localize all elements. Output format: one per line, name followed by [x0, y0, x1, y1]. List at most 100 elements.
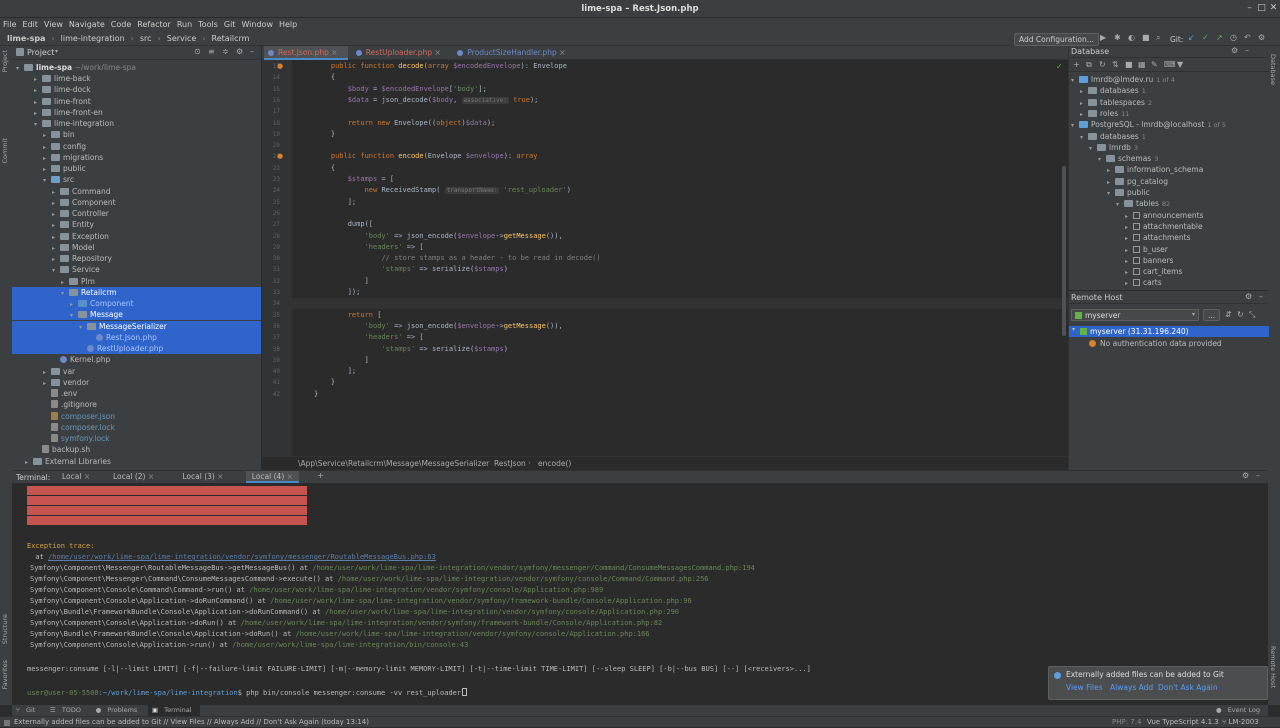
history-icon[interactable]: ◷ — [1230, 33, 1237, 42]
chevron-icon[interactable]: ▾ — [1116, 199, 1124, 210]
hide-icon[interactable]: – — [1259, 292, 1263, 301]
filter-icon[interactable]: ▼ — [1177, 60, 1183, 69]
git-commit-icon[interactable]: ✓ — [1202, 33, 1209, 42]
db-tree-item[interactable]: ▾ public — [1107, 187, 1150, 198]
inspection-ok-icon[interactable]: ✓ — [1056, 62, 1063, 71]
breadcrumb-item[interactable]: src — [137, 32, 155, 46]
tree-item[interactable]: ▾ Message — [12, 309, 261, 321]
tree-item[interactable]: ▸ Exception — [12, 231, 261, 242]
add-icon[interactable]: + — [1073, 60, 1080, 69]
trace-path[interactable]: /home/user/work/lime-spa/lime-integratio… — [325, 608, 679, 616]
menu-window[interactable]: Window — [238, 18, 276, 32]
stop-icon[interactable]: ■ — [1142, 33, 1150, 42]
tree-item[interactable]: RestUploader.php — [12, 343, 261, 354]
hide-icon[interactable]: – — [1256, 471, 1260, 480]
gear-icon[interactable]: ⚙ — [1231, 46, 1238, 55]
git-update-icon[interactable]: ↙ — [1188, 33, 1195, 42]
copy-icon[interactable]: ⧉ — [1086, 60, 1092, 70]
db-tree-item[interactable]: ▸ b_user — [1125, 244, 1168, 255]
gear-icon[interactable]: ⚙ — [236, 47, 243, 56]
tree-item[interactable]: ▾ src — [12, 174, 261, 185]
database-tool-tab[interactable]: Database — [1269, 54, 1277, 85]
chevron-icon[interactable]: ▾ — [1071, 75, 1079, 86]
remote-host-tool-tab[interactable]: Remote Host — [1269, 646, 1277, 688]
trace-path[interactable]: /home/user/work/lime-spa/lime-integratio… — [232, 641, 468, 649]
tree-item[interactable]: ▸ var — [12, 366, 261, 377]
schema-icon[interactable]: ⇅ — [1112, 60, 1119, 69]
debug-icon[interactable]: ✱ — [1114, 33, 1121, 42]
db-tree-item[interactable]: ▸ attachmentable — [1125, 221, 1203, 232]
tree-item[interactable]: ▸ lime-back — [12, 73, 261, 84]
tree-item[interactable]: ▸ lime-dock — [12, 84, 261, 95]
tree-item[interactable]: backup.sh — [12, 444, 261, 455]
gear-icon[interactable]: ⚙ — [1242, 471, 1249, 480]
sync-icon[interactable]: ⇵ — [1225, 310, 1232, 319]
tree-item[interactable]: symfony.lock — [12, 433, 261, 444]
collapse-all-icon[interactable]: ≡ — [208, 47, 215, 56]
browse-button[interactable]: ... — [1203, 309, 1221, 321]
menu-code[interactable]: Code — [108, 18, 134, 32]
project-panel-title[interactable]: Project — [27, 48, 54, 57]
breadcrumb-item[interactable]: Retailcrm — [209, 32, 253, 46]
tree-item[interactable]: composer.json — [12, 411, 261, 422]
tree-item[interactable]: ▸ migrations — [12, 152, 261, 163]
tree-item[interactable]: ▸ Component — [12, 197, 261, 208]
code-view[interactable]: 13 public function decode(array $encoded… — [262, 60, 1068, 456]
trace-path[interactable]: /home/user/work/lime-spa/lime-integratio… — [270, 597, 691, 605]
hide-icon[interactable]: – — [250, 47, 254, 56]
db-tree-item[interactable]: ▸ pg_catalog — [1107, 176, 1168, 187]
problems-tab[interactable]: ● Problems — [92, 705, 146, 716]
tree-item[interactable]: ▸ Command — [12, 186, 261, 197]
db-tree-item[interactable]: ▸ cart_items — [1125, 266, 1182, 277]
db-tree-item[interactable]: ▾ lmrdb@lmdev.ru 1 of 4 — [1071, 74, 1175, 85]
exception-source-link[interactable]: /home/user/work/lime-spa/lime-integratio… — [48, 553, 436, 561]
trace-path[interactable]: /home/user/work/lime-spa/lime-integratio… — [249, 586, 603, 594]
refresh-icon[interactable]: ↻ — [1237, 310, 1244, 319]
minimize-icon[interactable]: – — [1244, 3, 1255, 14]
always-add-link[interactable]: Always Add — [1110, 683, 1153, 692]
hide-icon[interactable]: – — [1245, 46, 1249, 55]
tree-root[interactable]: ▾ lime-spa ~/work/lime-spa — [12, 62, 261, 73]
menu-navigate[interactable]: Navigate — [66, 18, 108, 32]
chevron-icon[interactable]: ▾ — [1107, 188, 1115, 199]
breadcrumb-item[interactable]: lime-spa — [4, 32, 48, 46]
tree-item[interactable]: .gitignore — [12, 399, 261, 410]
chevron-down-icon[interactable]: ▾ — [55, 48, 58, 55]
db-tree-item[interactable]: ▸ information_schema — [1107, 164, 1203, 175]
chevron-icon[interactable]: ▾ — [1071, 120, 1079, 131]
dont-ask-again-link[interactable]: Don't Ask Again — [1158, 683, 1218, 692]
tree-item[interactable]: ▸ vendor — [12, 377, 261, 388]
tree-item[interactable]: ▸ lime-front — [12, 96, 261, 107]
db-tree-item[interactable]: ▾ databases 1 — [1080, 131, 1146, 142]
menu-refactor[interactable]: Refactor — [134, 18, 174, 32]
favorites-tool-tab[interactable]: Favorites — [1, 660, 9, 689]
project-tool-tab[interactable]: Project — [1, 50, 9, 72]
terminal-tab[interactable]: Local (2) × — [107, 471, 160, 483]
server-select[interactable]: myserver ▾ — [1071, 309, 1199, 321]
menu-edit[interactable]: Edit — [19, 18, 41, 32]
tree-item[interactable]: ▸ Component — [12, 298, 261, 309]
edit-icon[interactable]: ✎ — [1151, 60, 1158, 69]
prompt-line[interactable]: user@user-05-5500:~/work/lime-spa/lime-i… — [27, 688, 468, 697]
view-files-link[interactable]: View Files — [1066, 683, 1103, 692]
menu-run[interactable]: Run — [174, 18, 195, 32]
event-log-tab[interactable]: ● Event Log — [1212, 705, 1268, 716]
menu-tools[interactable]: Tools — [195, 18, 221, 32]
rollback-icon[interactable]: ↶ — [1244, 33, 1251, 42]
close-icon[interactable]: × — [284, 472, 293, 481]
terminal-tab[interactable]: Local (4) × — [245, 471, 299, 483]
close-icon[interactable]: × — [215, 472, 223, 481]
editor-tab[interactable]: Rest.Json.php × — [264, 46, 348, 60]
db-tree-item[interactable]: ▸ tablespaces 2 — [1080, 97, 1152, 108]
server-row[interactable]: ▾ myserver (31.31.196.240) — [1069, 326, 1269, 337]
menu-git[interactable]: Git — [221, 18, 239, 32]
trace-path[interactable]: /home/user/work/lime-spa/lime-integratio… — [312, 564, 755, 572]
terminal-tab[interactable]: Local (3) × — [176, 471, 229, 483]
db-tree-item[interactable]: ▸ carts — [1125, 277, 1162, 288]
override-marker-icon[interactable]: ● — [277, 152, 283, 160]
commit-tool-tab[interactable]: Commit — [1, 138, 9, 164]
expand-all-icon[interactable]: ≑ — [222, 47, 229, 56]
tree-item[interactable]: ▸ External Libraries — [12, 456, 261, 467]
trace-path[interactable]: /home/user/work/lime-spa/lime-integratio… — [241, 619, 662, 627]
db-tree-item[interactable]: ▸ databases 1 — [1080, 85, 1146, 96]
